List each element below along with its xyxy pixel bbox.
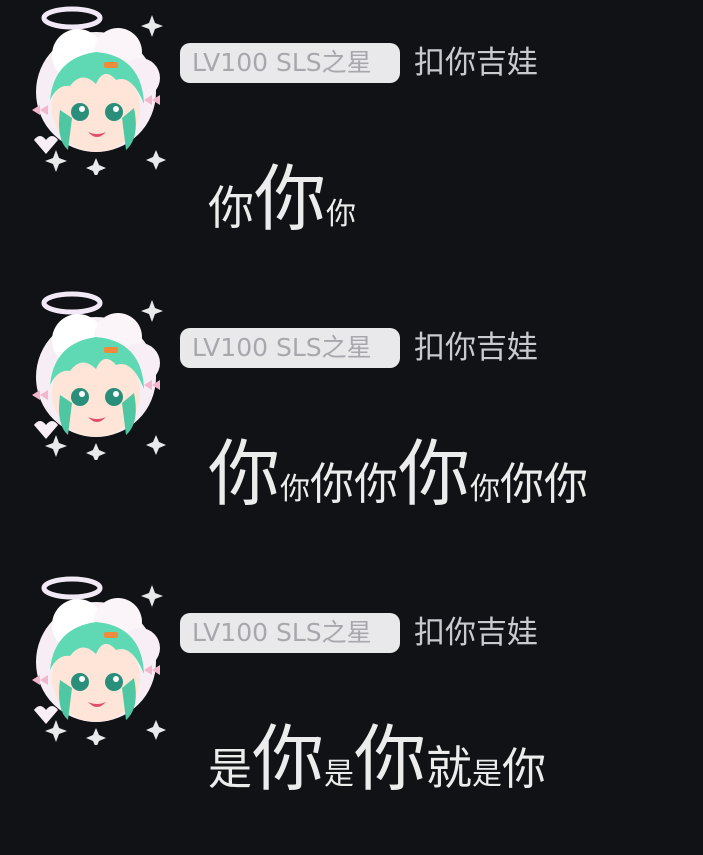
content-glyph: 你 (470, 472, 501, 507)
content-glyph: 你你 (500, 459, 589, 510)
anime-avatar-icon (32, 576, 166, 745)
content-glyph: 你 (398, 432, 471, 516)
content-glyph: 就 (426, 741, 473, 795)
avatar[interactable] (20, 570, 172, 745)
level-badge: LV100 SLS之星 (180, 328, 400, 368)
level-badge: LV100 SLS之星 (180, 43, 400, 83)
chat-message: LV100 SLS之星 扣你吉娃 你你你你你你你你 (0, 285, 703, 570)
content-glyph: 你你 (310, 459, 399, 510)
chat-message: LV100 SLS之星 扣你吉娃 你你你 (0, 0, 703, 285)
avatar[interactable] (20, 0, 172, 175)
avatar[interactable] (20, 285, 172, 460)
message-content: 你你你你你你你你 (208, 415, 588, 520)
content-glyph: 你 (354, 717, 427, 801)
content-glyph: 是 (472, 757, 503, 792)
content-glyph: 是 (324, 757, 355, 792)
anime-avatar-icon (32, 291, 166, 460)
content-glyph: 你 (208, 181, 254, 235)
username[interactable]: 扣你吉娃 (414, 328, 538, 368)
content-glyph: 你 (252, 717, 325, 801)
content-glyph: 是 (208, 744, 252, 795)
content-glyph: 你 (502, 744, 547, 795)
message-content: 你你你 (208, 140, 356, 245)
username[interactable]: 扣你吉娃 (414, 43, 538, 83)
anime-avatar-icon (32, 6, 166, 175)
level-badge: LV100 SLS之星 (180, 613, 400, 653)
username[interactable]: 扣你吉娃 (414, 613, 538, 653)
content-glyph: 你 (254, 157, 327, 241)
chat-message: LV100 SLS之星 扣你吉娃 是你是你就是你 (0, 570, 703, 855)
content-glyph: 你 (208, 432, 281, 516)
content-glyph: 你 (280, 472, 311, 507)
message-content: 是你是你就是你 (208, 700, 546, 805)
content-glyph: 你 (326, 197, 357, 232)
